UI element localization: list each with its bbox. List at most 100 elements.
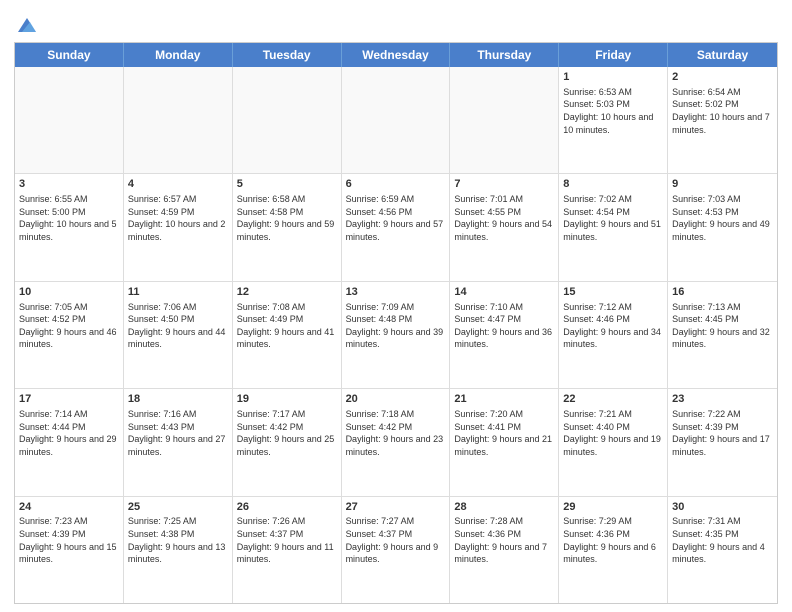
weekday-header-sunday: Sunday — [15, 43, 124, 67]
day-number: 1 — [563, 70, 663, 85]
logo — [14, 14, 38, 36]
cell-info: Sunrise: 7:13 AM Sunset: 4:45 PM Dayligh… — [672, 301, 773, 351]
cell-info: Sunrise: 7:08 AM Sunset: 4:49 PM Dayligh… — [237, 301, 337, 351]
calendar-cell-7: 7Sunrise: 7:01 AM Sunset: 4:55 PM Daylig… — [450, 174, 559, 280]
calendar-cell-21: 21Sunrise: 7:20 AM Sunset: 4:41 PM Dayli… — [450, 389, 559, 495]
day-number: 29 — [563, 500, 663, 515]
day-number: 26 — [237, 500, 337, 515]
weekday-header-friday: Friday — [559, 43, 668, 67]
cell-info: Sunrise: 6:53 AM Sunset: 5:03 PM Dayligh… — [563, 86, 663, 136]
calendar-cell-16: 16Sunrise: 7:13 AM Sunset: 4:45 PM Dayli… — [668, 282, 777, 388]
calendar-cell-18: 18Sunrise: 7:16 AM Sunset: 4:43 PM Dayli… — [124, 389, 233, 495]
weekday-header-monday: Monday — [124, 43, 233, 67]
calendar-cell-22: 22Sunrise: 7:21 AM Sunset: 4:40 PM Dayli… — [559, 389, 668, 495]
cell-info: Sunrise: 7:25 AM Sunset: 4:38 PM Dayligh… — [128, 515, 228, 565]
day-number: 15 — [563, 285, 663, 300]
weekday-header-saturday: Saturday — [668, 43, 777, 67]
calendar-cell-13: 13Sunrise: 7:09 AM Sunset: 4:48 PM Dayli… — [342, 282, 451, 388]
day-number: 24 — [19, 500, 119, 515]
weekday-header-tuesday: Tuesday — [233, 43, 342, 67]
cell-info: Sunrise: 7:01 AM Sunset: 4:55 PM Dayligh… — [454, 193, 554, 243]
cell-info: Sunrise: 7:16 AM Sunset: 4:43 PM Dayligh… — [128, 408, 228, 458]
calendar-cell-30: 30Sunrise: 7:31 AM Sunset: 4:35 PM Dayli… — [668, 497, 777, 603]
calendar-cell-4: 4Sunrise: 6:57 AM Sunset: 4:59 PM Daylig… — [124, 174, 233, 280]
calendar-header: SundayMondayTuesdayWednesdayThursdayFrid… — [15, 43, 777, 67]
calendar-cell-empty-0-4 — [450, 67, 559, 173]
calendar-cell-26: 26Sunrise: 7:26 AM Sunset: 4:37 PM Dayli… — [233, 497, 342, 603]
cell-info: Sunrise: 7:10 AM Sunset: 4:47 PM Dayligh… — [454, 301, 554, 351]
cell-info: Sunrise: 7:22 AM Sunset: 4:39 PM Dayligh… — [672, 408, 773, 458]
day-number: 21 — [454, 392, 554, 407]
cell-info: Sunrise: 6:54 AM Sunset: 5:02 PM Dayligh… — [672, 86, 773, 136]
calendar-cell-5: 5Sunrise: 6:58 AM Sunset: 4:58 PM Daylig… — [233, 174, 342, 280]
cell-info: Sunrise: 6:57 AM Sunset: 4:59 PM Dayligh… — [128, 193, 228, 243]
calendar-cell-11: 11Sunrise: 7:06 AM Sunset: 4:50 PM Dayli… — [124, 282, 233, 388]
day-number: 2 — [672, 70, 773, 85]
logo-icon — [16, 14, 38, 36]
cell-info: Sunrise: 7:18 AM Sunset: 4:42 PM Dayligh… — [346, 408, 446, 458]
cell-info: Sunrise: 7:29 AM Sunset: 4:36 PM Dayligh… — [563, 515, 663, 565]
calendar-cell-24: 24Sunrise: 7:23 AM Sunset: 4:39 PM Dayli… — [15, 497, 124, 603]
day-number: 13 — [346, 285, 446, 300]
calendar-row-3: 17Sunrise: 7:14 AM Sunset: 4:44 PM Dayli… — [15, 389, 777, 496]
cell-info: Sunrise: 7:02 AM Sunset: 4:54 PM Dayligh… — [563, 193, 663, 243]
calendar-row-4: 24Sunrise: 7:23 AM Sunset: 4:39 PM Dayli… — [15, 497, 777, 603]
calendar-cell-empty-0-3 — [342, 67, 451, 173]
cell-info: Sunrise: 6:59 AM Sunset: 4:56 PM Dayligh… — [346, 193, 446, 243]
day-number: 30 — [672, 500, 773, 515]
calendar-cell-8: 8Sunrise: 7:02 AM Sunset: 4:54 PM Daylig… — [559, 174, 668, 280]
calendar-cell-15: 15Sunrise: 7:12 AM Sunset: 4:46 PM Dayli… — [559, 282, 668, 388]
cell-info: Sunrise: 7:17 AM Sunset: 4:42 PM Dayligh… — [237, 408, 337, 458]
calendar-cell-6: 6Sunrise: 6:59 AM Sunset: 4:56 PM Daylig… — [342, 174, 451, 280]
calendar-cell-1: 1Sunrise: 6:53 AM Sunset: 5:03 PM Daylig… — [559, 67, 668, 173]
day-number: 3 — [19, 177, 119, 192]
cell-info: Sunrise: 6:58 AM Sunset: 4:58 PM Dayligh… — [237, 193, 337, 243]
day-number: 10 — [19, 285, 119, 300]
calendar-cell-empty-0-0 — [15, 67, 124, 173]
day-number: 17 — [19, 392, 119, 407]
cell-info: Sunrise: 7:28 AM Sunset: 4:36 PM Dayligh… — [454, 515, 554, 565]
weekday-header-thursday: Thursday — [450, 43, 559, 67]
day-number: 20 — [346, 392, 446, 407]
day-number: 25 — [128, 500, 228, 515]
calendar-cell-19: 19Sunrise: 7:17 AM Sunset: 4:42 PM Dayli… — [233, 389, 342, 495]
cell-info: Sunrise: 7:14 AM Sunset: 4:44 PM Dayligh… — [19, 408, 119, 458]
calendar-row-1: 3Sunrise: 6:55 AM Sunset: 5:00 PM Daylig… — [15, 174, 777, 281]
day-number: 7 — [454, 177, 554, 192]
cell-info: Sunrise: 7:23 AM Sunset: 4:39 PM Dayligh… — [19, 515, 119, 565]
cell-info: Sunrise: 7:27 AM Sunset: 4:37 PM Dayligh… — [346, 515, 446, 565]
calendar-row-2: 10Sunrise: 7:05 AM Sunset: 4:52 PM Dayli… — [15, 282, 777, 389]
calendar-row-0: 1Sunrise: 6:53 AM Sunset: 5:03 PM Daylig… — [15, 67, 777, 174]
cell-info: Sunrise: 7:09 AM Sunset: 4:48 PM Dayligh… — [346, 301, 446, 351]
cell-info: Sunrise: 7:03 AM Sunset: 4:53 PM Dayligh… — [672, 193, 773, 243]
day-number: 14 — [454, 285, 554, 300]
calendar-cell-28: 28Sunrise: 7:28 AM Sunset: 4:36 PM Dayli… — [450, 497, 559, 603]
calendar-cell-2: 2Sunrise: 6:54 AM Sunset: 5:02 PM Daylig… — [668, 67, 777, 173]
cell-info: Sunrise: 6:55 AM Sunset: 5:00 PM Dayligh… — [19, 193, 119, 243]
day-number: 6 — [346, 177, 446, 192]
calendar-cell-9: 9Sunrise: 7:03 AM Sunset: 4:53 PM Daylig… — [668, 174, 777, 280]
calendar-cell-empty-0-2 — [233, 67, 342, 173]
cell-info: Sunrise: 7:05 AM Sunset: 4:52 PM Dayligh… — [19, 301, 119, 351]
calendar-cell-27: 27Sunrise: 7:27 AM Sunset: 4:37 PM Dayli… — [342, 497, 451, 603]
calendar-cell-empty-0-1 — [124, 67, 233, 173]
day-number: 12 — [237, 285, 337, 300]
day-number: 5 — [237, 177, 337, 192]
page: SundayMondayTuesdayWednesdayThursdayFrid… — [0, 0, 792, 612]
calendar-cell-14: 14Sunrise: 7:10 AM Sunset: 4:47 PM Dayli… — [450, 282, 559, 388]
calendar: SundayMondayTuesdayWednesdayThursdayFrid… — [14, 42, 778, 604]
calendar-cell-3: 3Sunrise: 6:55 AM Sunset: 5:00 PM Daylig… — [15, 174, 124, 280]
day-number: 16 — [672, 285, 773, 300]
calendar-cell-10: 10Sunrise: 7:05 AM Sunset: 4:52 PM Dayli… — [15, 282, 124, 388]
cell-info: Sunrise: 7:12 AM Sunset: 4:46 PM Dayligh… — [563, 301, 663, 351]
day-number: 9 — [672, 177, 773, 192]
cell-info: Sunrise: 7:06 AM Sunset: 4:50 PM Dayligh… — [128, 301, 228, 351]
calendar-cell-25: 25Sunrise: 7:25 AM Sunset: 4:38 PM Dayli… — [124, 497, 233, 603]
day-number: 23 — [672, 392, 773, 407]
day-number: 11 — [128, 285, 228, 300]
day-number: 22 — [563, 392, 663, 407]
calendar-cell-17: 17Sunrise: 7:14 AM Sunset: 4:44 PM Dayli… — [15, 389, 124, 495]
calendar-cell-29: 29Sunrise: 7:29 AM Sunset: 4:36 PM Dayli… — [559, 497, 668, 603]
day-number: 27 — [346, 500, 446, 515]
cell-info: Sunrise: 7:26 AM Sunset: 4:37 PM Dayligh… — [237, 515, 337, 565]
